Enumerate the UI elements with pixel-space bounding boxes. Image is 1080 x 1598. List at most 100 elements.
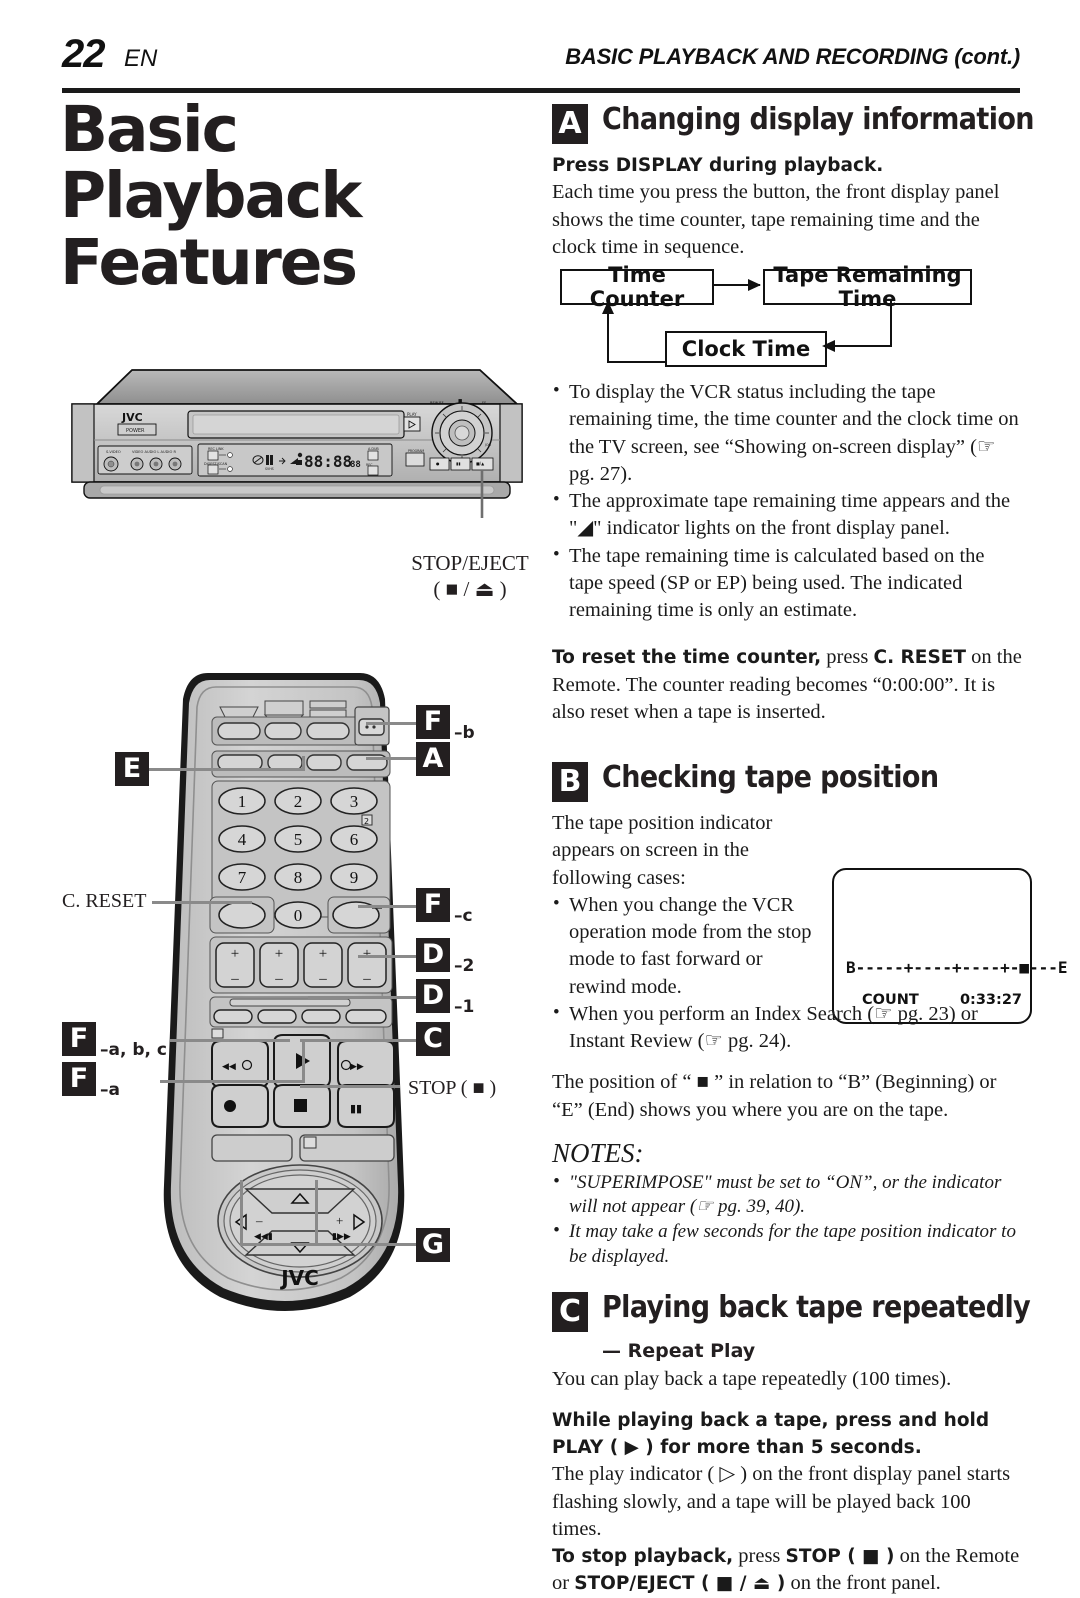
vcr-stop-eject-symbols: ( ■ / ⏏ ) (433, 577, 507, 602)
flow-arrow-3-head (602, 301, 614, 314)
svg-text:3: 3 (350, 792, 359, 811)
svg-text:8: 8 (294, 868, 303, 887)
callout-f-abc: F (62, 1022, 96, 1056)
svg-text:88: 88 (350, 460, 361, 470)
stop-bold-stop: STOP ( ■ ) (785, 1546, 895, 1567)
section-c-intro: You can play back a tape repeatedly (100… (552, 1367, 952, 1390)
callout-d-2-suffix: –2 (454, 956, 475, 976)
svg-text:PLAY: PLAY (407, 412, 417, 417)
section-a-letter: A (552, 104, 588, 144)
leader-line-f-b (366, 722, 416, 725)
section-c-header: C Playing back tape repeatedly (552, 1290, 1031, 1334)
svg-text:A.DUB: A.DUB (368, 447, 379, 451)
callout-f-c: F (416, 888, 450, 922)
callout-d-2: D (416, 938, 450, 972)
section-b-intro: The tape position indicator appears on s… (552, 812, 773, 889)
section-a-bullets: To display the VCR status including the … (552, 378, 1022, 624)
section-b-bullets: When you change the VCR operation mode f… (552, 891, 818, 1001)
stop-mid: press (733, 1545, 786, 1567)
svg-text:–: – (318, 971, 327, 987)
section-b-text: The tape position indicator appears on s… (552, 810, 818, 1001)
svg-text:2: 2 (294, 792, 303, 811)
section-a-lead-body: Each time you press the button, the fron… (552, 181, 1000, 258)
callout-d-1: D (416, 979, 450, 1013)
reset-bold-lead: To reset the time counter, (552, 647, 822, 669)
page-locale: EN (124, 45, 158, 72)
svg-text:▶▶: ▶▶ (350, 1062, 364, 1072)
svg-text:POWER: POWER (126, 428, 145, 434)
flow-arrow-2-vert (890, 301, 892, 347)
stop-bold-lead: To stop playback, (552, 1546, 734, 1567)
svg-text:JVC: JVC (121, 411, 143, 424)
svg-text:JVC: JVC (279, 1266, 319, 1290)
page-header: 22 EN BASIC PLAYBACK AND RECORDING (cont… (62, 32, 1020, 88)
flow-box-time-counter: Time Counter (560, 263, 714, 311)
svg-text:PROGRAM: PROGRAM (408, 449, 424, 453)
leader-line-d-2 (358, 955, 416, 958)
section-a-header: A Changing display information (552, 102, 1035, 146)
flow-box-tape-remaining: Tape Remaining Time (763, 263, 972, 311)
leader-line-e-v (302, 756, 305, 771)
chapter-title-line2: Playback (60, 159, 362, 233)
flow-arrow-2-head (822, 340, 835, 352)
section-c-stop-paragraph: To stop playback, press STOP ( ■ ) on th… (552, 1543, 1022, 1598)
list-item: "SUPERIMPOSE" must be set to “ON”, or th… (552, 1170, 1022, 1220)
manual-page: 22 EN BASIC PLAYBACK AND RECORDING (cont… (0, 0, 1080, 1594)
svg-text:▮▮: ▮▮ (456, 461, 460, 466)
callout-stop: STOP ( ■ ) (408, 1077, 497, 1099)
callout-f-a: F (62, 1062, 96, 1096)
chapter-title-line3: Features (60, 225, 358, 299)
flow-arrow-3-horz (607, 361, 667, 363)
svg-text:+: + (231, 946, 239, 962)
svg-text:+: + (319, 946, 327, 962)
notes-title: NOTES: (552, 1137, 644, 1168)
section-c-letter: C (552, 1291, 588, 1332)
section-b-content: The tape position indicator appears on s… (552, 810, 1068, 1024)
svg-text:+: + (363, 946, 371, 962)
stop-bold-stopeject: STOP/EJECT ( ■ / ⏏ ) (574, 1573, 786, 1595)
svg-text:FF: FF (482, 401, 486, 405)
leader-line-g-h (240, 1243, 416, 1246)
svg-text:9: 9 (350, 868, 359, 887)
section-b-letter: B (552, 762, 588, 802)
list-item: To display the VCR status including the … (552, 378, 1022, 488)
remote-illustration: 1 2 3 4 5 6 7 8 9 0 2 + + + + – – – – ◀◀… (150, 665, 420, 1315)
list-item: When you change the VCR operation mode f… (552, 891, 818, 1001)
breadcrumb: BASIC PLAYBACK AND RECORDING (cont.) (565, 44, 1020, 69)
svg-text:VIDEO AUDIO L AUDIO R: VIDEO AUDIO L AUDIO R (132, 450, 176, 454)
section-c-instruction: While playing back a tape, press and hol… (552, 1407, 1022, 1462)
leader-line-stop (300, 1085, 400, 1088)
svg-text:6: 6 (350, 830, 359, 849)
section-a-title: Changing display information (602, 102, 1035, 137)
svg-text:S-VIDEO: S-VIDEO (106, 450, 121, 454)
svg-text:■: ■ (458, 399, 462, 404)
right-column: A Changing display information Press DIS… (552, 102, 1068, 1598)
section-b-bullets-2: When you perform an Index Search (☞ pg. … (552, 1000, 1022, 1056)
leader-line-e-h (133, 768, 305, 771)
leader-line-f-abc (170, 1039, 290, 1042)
svg-text:▮▮: ▮▮ (350, 1102, 362, 1115)
list-item: When you perform an Index Search (☞ pg. … (552, 1000, 1022, 1056)
svg-text:–: – (274, 971, 283, 987)
callout-g: G (416, 1228, 450, 1262)
callout-c: C (416, 1022, 450, 1056)
svg-text:SVHS: SVHS (265, 467, 274, 471)
leader-line-f-a-h (160, 1080, 305, 1083)
leader-line-f-a-v (302, 1040, 305, 1083)
svg-text:+: + (336, 1213, 343, 1228)
leader-line-g-v1 (240, 1180, 243, 1246)
display-sequence-diagram: Time Counter Tape Remaining Time Clock T… (560, 263, 1026, 369)
reset-bold-creset: C. RESET (873, 647, 967, 669)
list-item: It may take a few seconds for the tape p… (552, 1219, 1022, 1269)
svg-text:▮▶▶: ▮▶▶ (332, 1232, 351, 1242)
page-number: 22 (62, 32, 105, 76)
vcr-illustration: JVC POWER S-VIDEO VIDEO AUDIO L AUDIO R … (62, 360, 532, 520)
callout-e: E (115, 752, 149, 786)
stop-tail: on the front panel. (785, 1572, 941, 1595)
svg-text:REC LINK: REC LINK (208, 447, 224, 451)
flow-arrow-3-vert (607, 313, 609, 363)
callout-a: A (416, 742, 450, 776)
section-a-reset-paragraph: To reset the time counter, press C. RESE… (552, 644, 1022, 726)
section-b-closing: The position of “ ■ ” in relation to “B”… (552, 1071, 997, 1121)
callout-f-b-suffix: –b (454, 723, 475, 743)
